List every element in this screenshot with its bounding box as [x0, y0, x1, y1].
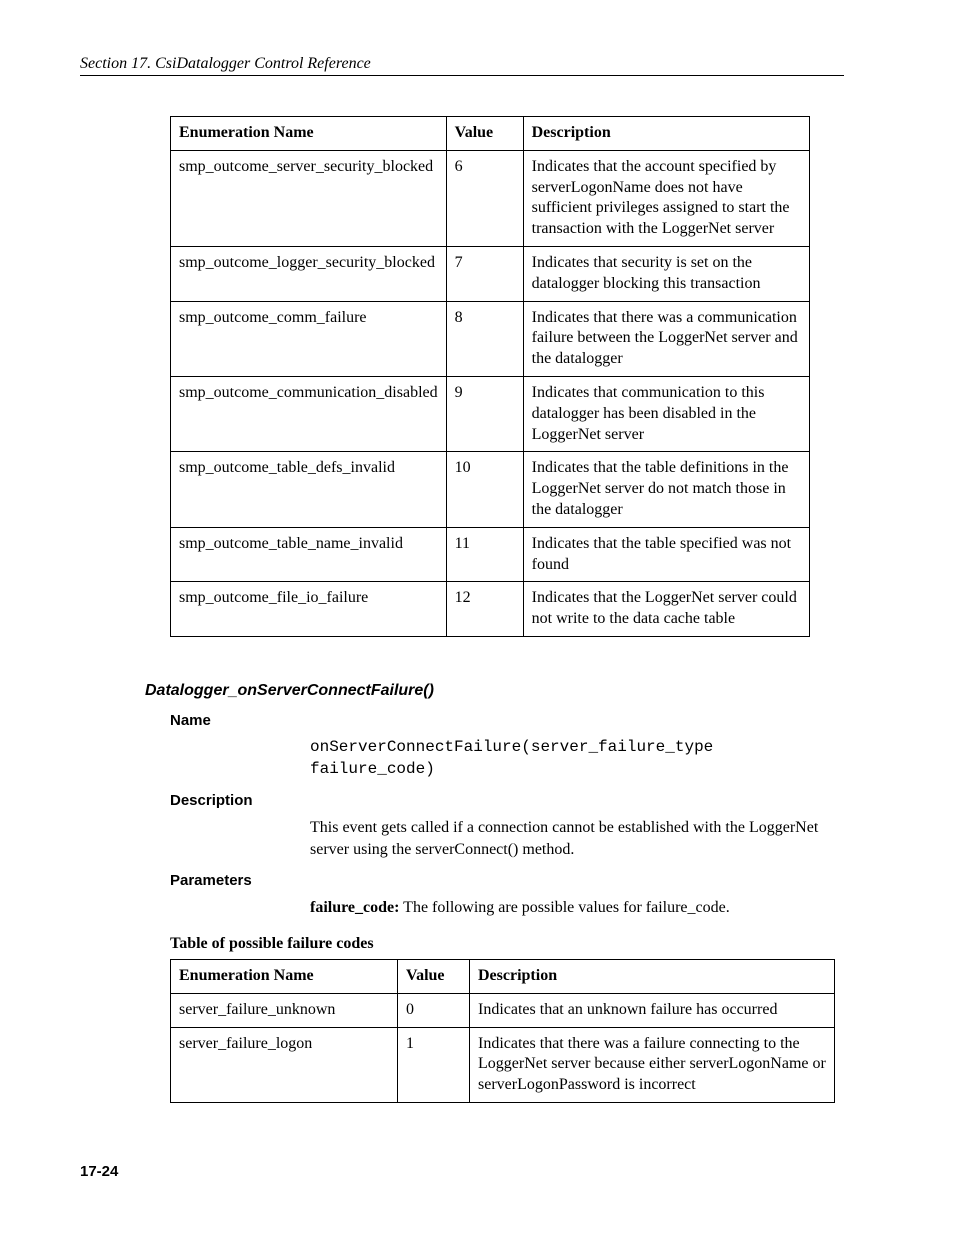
cell-desc: Indicates that the LoggerNet server coul…: [523, 582, 809, 637]
cell-desc: Indicates that there was a failure conne…: [470, 1027, 835, 1102]
th-enum: Enumeration Name: [171, 117, 447, 151]
cell-desc: Indicates that an unknown failure has oc…: [470, 993, 835, 1027]
cell-desc: Indicates that the table definitions in …: [523, 452, 809, 527]
cell-value: 8: [446, 301, 523, 376]
section-title: Datalogger_onServerConnectFailure(): [145, 682, 844, 700]
cell-enum: smp_outcome_server_security_blocked: [171, 150, 447, 246]
cell-enum: server_failure_logon: [171, 1027, 398, 1102]
cell-enum: smp_outcome_comm_failure: [171, 301, 447, 376]
cell-enum: smp_outcome_table_defs_invalid: [171, 452, 447, 527]
parameters-label: Parameters: [170, 872, 844, 889]
table-row: smp_outcome_communication_disabled 9 Ind…: [171, 376, 810, 451]
th-enum: Enumeration Name: [171, 959, 398, 993]
table-caption: Table of possible failure codes: [170, 935, 844, 953]
cell-enum: smp_outcome_logger_security_blocked: [171, 246, 447, 301]
cell-value: 12: [446, 582, 523, 637]
cell-enum: smp_outcome_file_io_failure: [171, 582, 447, 637]
cell-enum: server_failure_unknown: [171, 993, 398, 1027]
cell-enum: smp_outcome_table_name_invalid: [171, 527, 447, 582]
cell-value: 6: [446, 150, 523, 246]
param-name: failure_code:: [310, 899, 399, 916]
table-row: smp_outcome_comm_failure 8 Indicates tha…: [171, 301, 810, 376]
table-row: server_failure_logon 1 Indicates that th…: [171, 1027, 835, 1102]
th-value: Value: [398, 959, 470, 993]
th-desc: Description: [470, 959, 835, 993]
cell-desc: Indicates that communication to this dat…: [523, 376, 809, 451]
th-value: Value: [446, 117, 523, 151]
table-smp-outcome: Enumeration Name Value Description smp_o…: [170, 116, 810, 637]
cell-desc: Indicates that the account specified by …: [523, 150, 809, 246]
signature-code: onServerConnectFailure(server_failure_ty…: [310, 737, 844, 780]
table-row: smp_outcome_server_security_blocked 6 In…: [171, 150, 810, 246]
param-desc: The following are possible values for fa…: [399, 899, 729, 916]
description-label: Description: [170, 792, 844, 809]
table-row: smp_outcome_file_io_failure 12 Indicates…: [171, 582, 810, 637]
table-row: server_failure_unknown 0 Indicates that …: [171, 993, 835, 1027]
cell-desc: Indicates that security is set on the da…: [523, 246, 809, 301]
cell-value: 7: [446, 246, 523, 301]
description-text: This event gets called if a connection c…: [310, 817, 844, 860]
cell-value: 10: [446, 452, 523, 527]
table-failure-codes: Enumeration Name Value Description serve…: [170, 959, 835, 1103]
parameter-text: failure_code: The following are possible…: [310, 897, 844, 919]
cell-value: 11: [446, 527, 523, 582]
cell-enum: smp_outcome_communication_disabled: [171, 376, 447, 451]
cell-value: 9: [446, 376, 523, 451]
page-number: 17-24: [80, 1163, 118, 1180]
cell-desc: Indicates that there was a communication…: [523, 301, 809, 376]
table-row: smp_outcome_table_name_invalid 11 Indica…: [171, 527, 810, 582]
name-label: Name: [170, 712, 844, 729]
cell-value: 0: [398, 993, 470, 1027]
page-header: Section 17. CsiDatalogger Control Refere…: [80, 55, 844, 76]
table-row: smp_outcome_table_defs_invalid 10 Indica…: [171, 452, 810, 527]
th-desc: Description: [523, 117, 809, 151]
cell-desc: Indicates that the table specified was n…: [523, 527, 809, 582]
cell-value: 1: [398, 1027, 470, 1102]
table-row: smp_outcome_logger_security_blocked 7 In…: [171, 246, 810, 301]
